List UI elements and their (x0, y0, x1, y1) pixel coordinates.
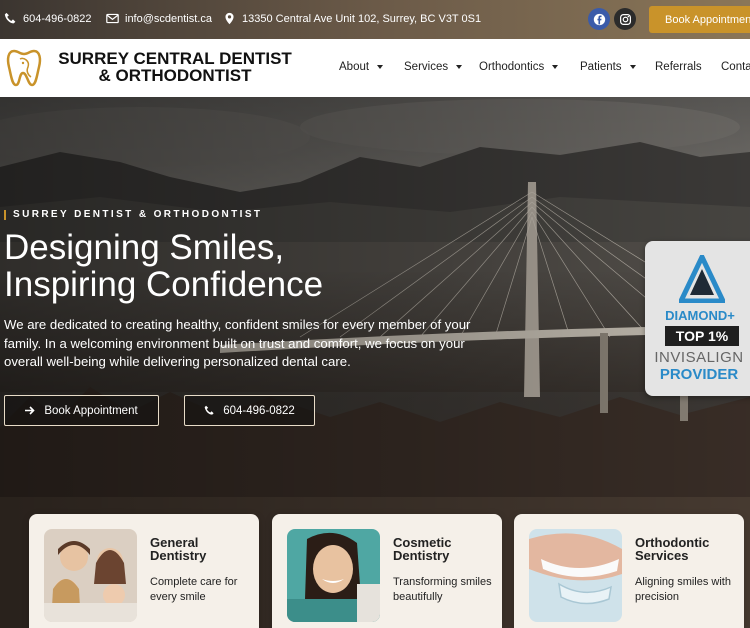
book-appointment-top-button[interactable]: Book Appointment (649, 6, 750, 33)
card-description: Transforming smiles beautifully (393, 576, 492, 603)
badge-top-percent: TOP 1% (665, 326, 739, 346)
logo-line-1: SURREY CENTRAL DENTIST (58, 49, 292, 68)
service-card-general[interactable]: General Dentistry Complete care for ever… (29, 514, 259, 628)
chevron-down-icon (456, 65, 463, 69)
nav-referrals-label: Referrals (655, 61, 702, 73)
invisalign-triangle-logo-icon (679, 255, 725, 303)
hero-headline: Designing Smiles, Inspiring Confidence (4, 229, 424, 303)
badge-provider-label: PROVIDER (659, 366, 739, 383)
location-pin-icon (225, 12, 234, 25)
hero-lead-text: We are dedicated to creating healthy, co… (4, 317, 471, 369)
card-title: Orthodontic Services (635, 536, 740, 562)
hero-section: SURREY DENTIST & ORTHODONTIST Designing … (0, 97, 750, 628)
hero-eyebrow: SURREY DENTIST & ORTHODONTIST (4, 210, 262, 220)
invisalign-provider-badge[interactable]: DIAMOND+ TOP 1% INVISALIGN PROVIDER (645, 241, 750, 396)
chevron-down-icon (552, 65, 559, 69)
service-card-orthodontic[interactable]: Orthodontic Services Aligning smiles wit… (514, 514, 744, 628)
card-title-line-2: Dentistry (393, 548, 450, 563)
nav-contact[interactable]: Contact (721, 61, 750, 73)
hero-book-appointment-button[interactable]: Book Appointment (4, 395, 159, 426)
nav-services[interactable]: Services (404, 61, 463, 73)
hero-headline-line-1: Designing Smiles, (4, 228, 285, 267)
email-link[interactable]: info@scdentist.ca (106, 12, 212, 25)
family-photo-image (44, 529, 137, 622)
card-title: General Dentistry (150, 536, 255, 562)
arrow-right-icon (25, 406, 35, 415)
nav-referrals[interactable]: Referrals (655, 61, 702, 73)
topbar-address: 13350 Central Ave Unit 102, Surrey, BC V… (242, 12, 482, 25)
mail-icon (106, 13, 119, 24)
nav-services-label: Services (404, 61, 449, 73)
nav-about[interactable]: About (339, 61, 384, 73)
phone-icon (4, 12, 16, 24)
hero-headline-line-2: Inspiring Confidence (4, 265, 324, 304)
card-description: Aligning smiles with precision (635, 576, 731, 603)
logo-line-2: & ORTHODONTIST (98, 66, 252, 85)
site-logo-text[interactable]: SURREY CENTRAL DENTIST & ORTHODONTIST (55, 50, 295, 84)
facebook-icon (593, 13, 605, 25)
card-title-line-2: Dentistry (150, 548, 207, 563)
nav-patients-label: Patients (580, 61, 622, 73)
address-link[interactable]: 13350 Central Ave Unit 102, Surrey, BC V… (223, 12, 481, 25)
hero-phone-button[interactable]: 604-496-0822 (184, 395, 315, 426)
chevron-down-icon (377, 65, 384, 69)
phone-icon (204, 405, 214, 415)
chevron-down-icon (629, 65, 636, 69)
smiling-patient-image (287, 529, 380, 622)
nav-orthodontics[interactable]: Orthodontics (479, 61, 559, 73)
facebook-button[interactable] (588, 8, 610, 30)
phone-link[interactable]: 604-496-0822 (4, 12, 92, 25)
service-card-cosmetic[interactable]: Cosmetic Dentistry Transforming smiles b… (272, 514, 502, 628)
badge-diamond-label: DIAMOND+ (665, 308, 735, 323)
badge-invisalign-label: INVISALIGN (654, 349, 744, 366)
nav-orthodontics-label: Orthodontics (479, 61, 545, 73)
hero-book-label: Book Appointment (44, 404, 138, 417)
site-header: SURREY CENTRAL DENTIST & ORTHODONTIST Ab… (0, 39, 750, 97)
topbar-phone: 604-496-0822 (23, 12, 92, 25)
card-title-line-2: Services (635, 548, 689, 563)
instagram-icon (619, 13, 631, 25)
clear-aligner-image (529, 529, 622, 622)
topbar-email: info@scdentist.ca (125, 12, 212, 25)
card-title: Cosmetic Dentistry (393, 536, 498, 562)
card-description: Complete care for every smile (150, 576, 238, 603)
nav-contact-label: Contact (721, 61, 750, 73)
instagram-button[interactable] (614, 8, 636, 30)
tooth-logo-icon[interactable] (6, 45, 48, 89)
nav-about-label: About (339, 61, 370, 73)
nav-patients[interactable]: Patients (580, 61, 636, 73)
hero-phone-label: 604-496-0822 (223, 404, 295, 417)
top-bar: 604-496-0822 info@scdentist.ca 13350 Cen… (0, 0, 750, 39)
